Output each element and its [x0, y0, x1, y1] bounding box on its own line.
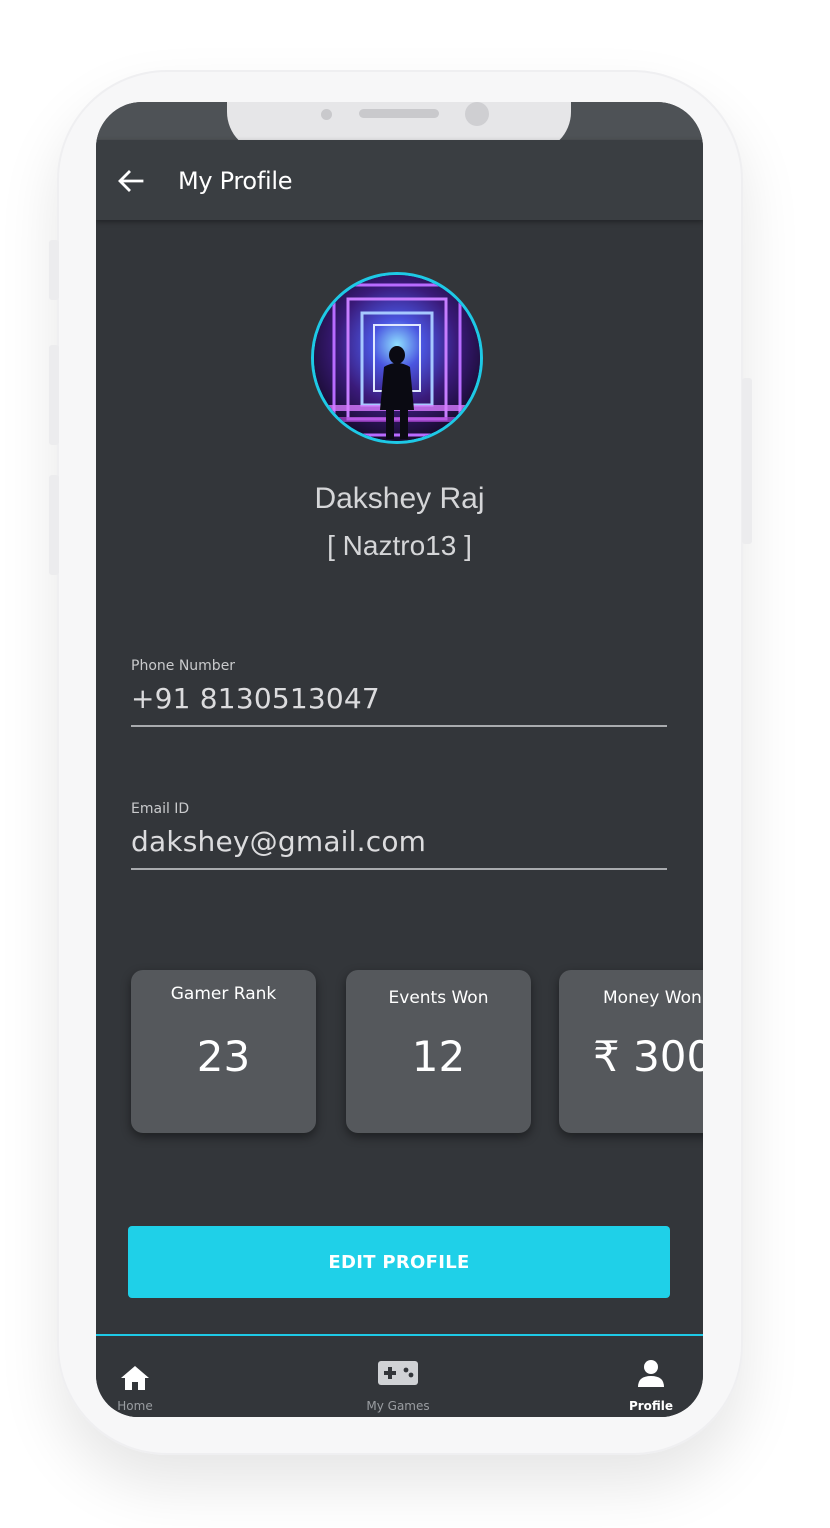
phone-power-button: [742, 378, 752, 544]
email-label: Email ID: [131, 801, 190, 817]
profile-username: [ Naztro13 ]: [327, 530, 472, 561]
phone-number-field[interactable]: Phone Number +91 8130513047: [131, 658, 667, 727]
sensor-dot: [321, 109, 332, 120]
nav-label: My Games: [366, 1399, 430, 1413]
phone-number-value[interactable]: +91 8130513047: [131, 682, 667, 727]
nav-label: Home: [117, 1399, 153, 1413]
stat-title: Money Won: [603, 988, 702, 1008]
stat-card-money-won: Money Won ₹ 300: [559, 970, 703, 1133]
stat-card-gamer-rank: Gamer Rank 23: [131, 970, 316, 1133]
stat-card-events-won: Events Won 12: [346, 970, 531, 1133]
page-title: My Profile: [178, 167, 293, 195]
email-field[interactable]: Email ID dakshey@gmail.com: [131, 801, 667, 870]
phone-volume-up: [49, 345, 59, 445]
profile-name: Dakshey Raj: [314, 482, 485, 515]
nav-item-home[interactable]: Home: [110, 1336, 160, 1417]
phone-number-label: Phone Number: [131, 658, 236, 674]
stat-value: ₹ 300: [593, 1032, 703, 1081]
email-value[interactable]: dakshey@gmail.com: [131, 825, 667, 870]
nav-item-my-games[interactable]: My Games: [358, 1336, 438, 1417]
avatar[interactable]: [311, 272, 483, 444]
speaker-grille: [359, 109, 439, 118]
phone-side-button: [49, 240, 59, 300]
edit-profile-button[interactable]: EDIT PROFILE: [128, 1226, 670, 1298]
avatar-image: [314, 275, 480, 441]
back-arrow-icon[interactable]: [116, 166, 146, 196]
app-bar: My Profile: [96, 140, 703, 220]
stat-title: Gamer Rank: [170, 984, 277, 1004]
person-icon: [638, 1360, 664, 1387]
stat-value: 23: [196, 1032, 251, 1081]
home-icon: [121, 1366, 149, 1390]
nav-label: Profile: [628, 1399, 674, 1413]
stat-value: 12: [411, 1032, 466, 1081]
stat-title: Events Won: [388, 988, 489, 1008]
app-screen: My Profile Dakshey Raj [Naztro13] Phon…: [96, 102, 703, 1417]
front-camera: [465, 102, 489, 126]
phone-volume-down: [49, 475, 59, 575]
nav-item-profile[interactable]: Profile: [624, 1336, 678, 1417]
bottom-navigation: Home My Games Profile: [96, 1334, 703, 1417]
gamepad-icon: [378, 1361, 418, 1385]
